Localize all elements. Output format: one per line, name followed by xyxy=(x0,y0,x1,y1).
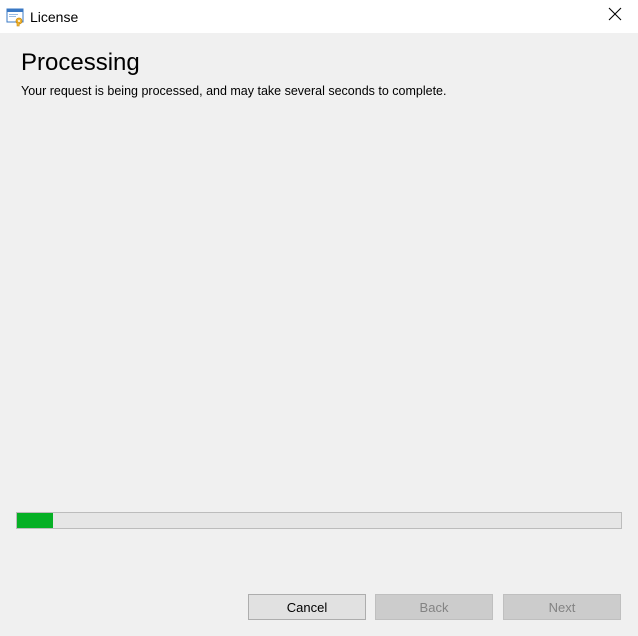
close-icon xyxy=(608,7,622,26)
back-button[interactable]: Back xyxy=(375,594,493,620)
progress-bar-fill xyxy=(17,513,54,528)
page-description: Your request is being processed, and may… xyxy=(21,84,447,98)
progress-bar xyxy=(16,512,622,529)
close-button[interactable] xyxy=(592,0,638,33)
next-button[interactable]: Next xyxy=(503,594,621,620)
title-bar: License xyxy=(0,0,638,33)
window-title: License xyxy=(30,9,79,25)
license-window: License Processing Your request is being… xyxy=(0,0,638,636)
license-app-icon xyxy=(6,7,26,27)
cancel-button[interactable]: Cancel xyxy=(248,594,366,620)
page-heading: Processing xyxy=(21,49,140,76)
